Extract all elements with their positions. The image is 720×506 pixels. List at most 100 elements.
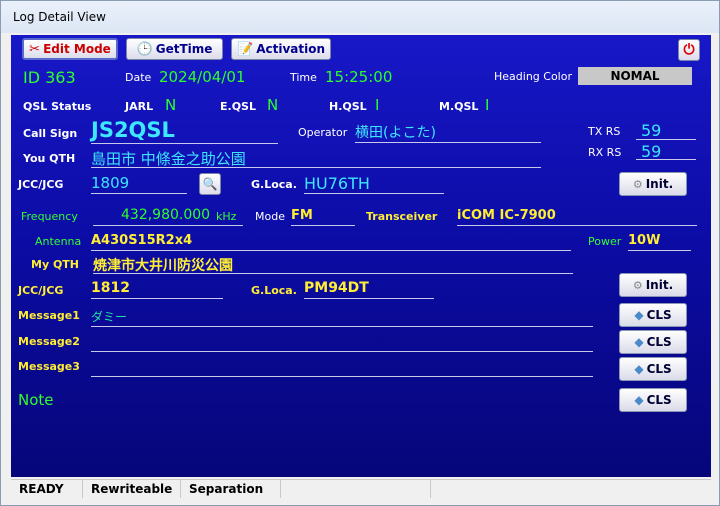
status-empty [281,480,431,498]
message3-cls-button[interactable]: ◆ CLS [619,357,687,381]
message1-underline [91,326,593,327]
message1-label: Message1 [18,309,80,322]
diamond-arrow-icon: ◆ [634,308,644,322]
callsign-underline [91,143,278,144]
antenna-input[interactable]: A430S15R2x4 [91,233,192,248]
record-id: ID 363 [23,68,76,87]
eqsl-label: E.QSL [220,100,256,113]
my-jcc-underline [91,298,223,299]
my-jcc-input[interactable]: 1812 [91,280,130,296]
message2-underline [91,351,593,352]
hqsl-label: H.QSL [329,100,367,113]
my-qth-label: My QTH [31,258,80,271]
activation-label: Activation [256,42,325,56]
cls-label: CLS [646,362,672,376]
message1-cls-button[interactable]: ◆ CLS [619,303,687,327]
power-icon: ⏻ [683,42,695,58]
status-rewriteable: Rewriteable [83,480,181,498]
time-label: Time [290,71,317,84]
operator-label: Operator [298,126,348,139]
message2-label: Message2 [18,335,80,348]
gloca-input[interactable]: HU76TH [304,174,370,193]
note-cls-button[interactable]: ◆ CLS [619,388,687,412]
detail-panel: ✂ Edit Mode 🕒 GetTime 📝 Activation ⏻ ID … [11,35,711,477]
mqsl-label: M.QSL [439,100,479,113]
callsign-input[interactable]: JS2QSL [91,118,175,142]
gear-icon: ⚙ [632,278,643,292]
gloca-underline [304,193,444,194]
you-qth-input[interactable]: 島田市 中條金之助公園 [91,148,246,169]
message1-input[interactable]: ダミー [91,308,127,325]
diamond-arrow-icon: ◆ [634,362,644,376]
activation-button[interactable]: 📝 Activation [231,38,331,60]
date-label: Date [125,71,152,84]
mqsl-value[interactable]: I [485,96,489,114]
note-label: Note [18,391,54,409]
frequency-unit: kHz [216,210,237,223]
frequency-label: Frequency [21,210,78,223]
power-button[interactable]: ⏻ [678,39,700,61]
transceiver-underline [457,225,697,226]
jcc-input[interactable]: 1809 [91,174,129,192]
antenna-label: Antenna [35,235,82,248]
mode-input[interactable]: FM [291,208,313,223]
time-value: 15:25:00 [325,68,393,86]
checklist-icon: 📝 [237,41,254,57]
rx-rs-underline [636,159,696,160]
cls-label: CLS [646,393,672,407]
my-jcc-label: JCC/JCG [18,284,64,297]
message3-underline [91,376,593,377]
message3-label: Message3 [18,360,80,373]
gear-icon: ⚙ [632,177,643,191]
my-gloca-input[interactable]: PM94DT [304,280,369,296]
frequency-input[interactable]: 432,980.000 [121,207,210,223]
operator-underline [355,142,541,143]
jarl-label: JARL [125,100,154,113]
tx-rs-label: TX RS [588,125,621,138]
my-qth-input[interactable]: 焼津市大井川防災公園 [93,255,233,275]
date-value: 2024/04/01 [159,68,246,86]
mode-underline [291,225,355,226]
power-input[interactable]: 10W [628,233,660,248]
log-detail-window: Log Detail View ✂ Edit Mode 🕒 GetTime 📝 … [0,0,720,506]
my-qth-underline [93,273,573,274]
diamond-arrow-icon: ◆ [634,393,644,407]
jcc-search-button[interactable]: 🔍 [199,173,221,195]
transceiver-input[interactable]: iCOM IC-7900 [457,208,556,223]
cls-label: CLS [646,335,672,349]
status-bar: READY Rewriteable Separation [11,479,711,498]
eqsl-value[interactable]: N [267,96,278,114]
jarl-value[interactable]: N [165,96,176,114]
clock-icon: 🕒 [136,41,153,57]
my-init-button[interactable]: ⚙ Init. [619,273,687,297]
title-bar: Log Detail View [1,1,719,33]
diamond-arrow-icon: ◆ [634,335,644,349]
message2-cls-button[interactable]: ◆ CLS [619,330,687,354]
you-qth-underline [91,167,541,168]
callsign-label: Call Sign [23,127,78,140]
tx-rs-underline [636,139,696,140]
heading-color-label: Heading Color [494,70,572,83]
heading-color-select[interactable]: NOMAL [578,67,692,85]
my-init-label: Init. [645,278,674,292]
edit-mode-button[interactable]: ✂ Edit Mode [22,38,118,60]
init-label: Init. [645,177,674,191]
power-label: Power [588,235,622,248]
gloca-label: G.Loca. [251,178,297,191]
operator-input[interactable]: 横田(よこた) [355,122,436,142]
station-init-button[interactable]: ⚙ Init. [619,172,687,196]
edit-mode-label: Edit Mode [43,42,111,56]
mode-label: Mode [255,210,285,223]
jcc-label: JCC/JCG [18,178,64,191]
hqsl-value[interactable]: I [375,96,379,114]
my-gloca-underline [304,298,434,299]
status-ready: READY [11,480,83,498]
transceiver-label: Transceiver [366,210,438,223]
get-time-button[interactable]: 🕒 GetTime [126,38,223,60]
my-gloca-label: G.Loca. [251,284,297,297]
status-separation: Separation [181,480,281,498]
tx-rs-input[interactable]: 59 [641,121,661,140]
window-title: Log Detail View [13,10,106,24]
you-qth-label: You QTH [23,152,76,165]
cls-label: CLS [646,308,672,322]
